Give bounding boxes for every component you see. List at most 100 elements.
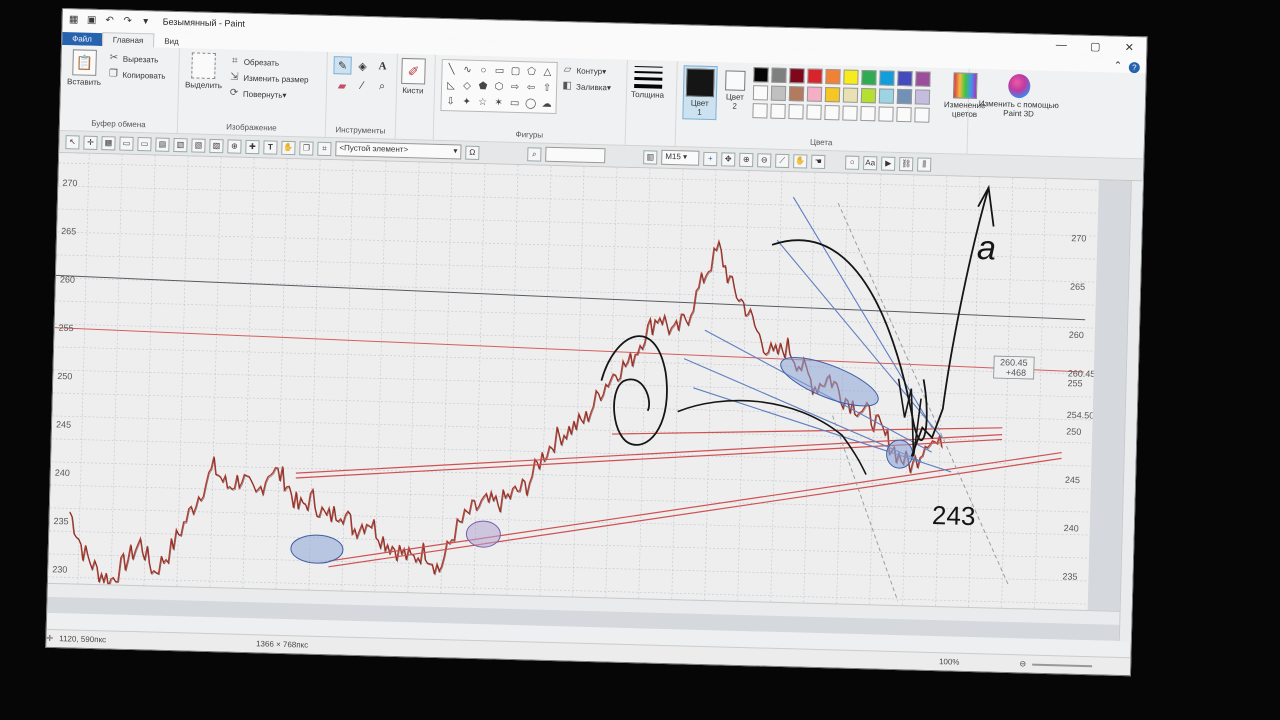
undo-icon[interactable]: ↶	[103, 13, 117, 27]
rounded-rect-shape-icon[interactable]: ▢	[507, 63, 523, 79]
color-swatch[interactable]	[806, 86, 823, 102]
star4-shape-icon[interactable]: ✦	[458, 93, 474, 109]
chart-icon[interactable]: ▥	[643, 149, 658, 165]
copy-button[interactable]: ❐ Копировать	[107, 66, 166, 84]
properties-icon[interactable]: Ω	[465, 145, 480, 160]
color-swatch[interactable]	[896, 106, 912, 123]
eraser-icon[interactable]: ▰	[333, 76, 351, 94]
layout4-icon[interactable]: ▨	[209, 138, 224, 153]
help-icon[interactable]: ?	[1128, 61, 1140, 74]
color-swatch[interactable]	[842, 87, 859, 103]
crosshair-icon[interactable]: ✛	[83, 135, 98, 150]
color-swatch[interactable]	[788, 86, 805, 102]
color-swatch[interactable]	[879, 70, 895, 86]
color-swatch[interactable]	[771, 67, 787, 83]
arrow-left-shape-icon[interactable]: ⇦	[523, 79, 539, 95]
window2-icon[interactable]: ▭	[137, 136, 152, 151]
color-swatch[interactable]	[752, 85, 769, 101]
pan-icon[interactable]: ☚	[811, 154, 826, 169]
color-swatch[interactable]	[806, 104, 822, 120]
diamond-shape-icon[interactable]: ◇	[459, 77, 475, 93]
zoom-slider[interactable]	[1032, 663, 1093, 667]
font-size-icon[interactable]: Aa	[863, 155, 878, 170]
fill-bucket-icon[interactable]: ◈	[353, 57, 371, 75]
crosshair-tool-icon[interactable]: +	[703, 151, 718, 166]
color-swatch[interactable]	[878, 106, 894, 122]
paste-button[interactable]: 📋 Вставить	[67, 49, 102, 87]
zoom-in-icon[interactable]: ⊕	[739, 152, 754, 167]
circle-tool-icon[interactable]: ○	[845, 155, 860, 170]
maximize-button[interactable]: ▢	[1078, 39, 1112, 53]
copy-tool-icon[interactable]: ❐	[299, 140, 314, 156]
save-icon[interactable]: ▣	[85, 13, 99, 27]
brushes-button[interactable]: ✐ Кисти	[401, 57, 426, 96]
arrow-right-shape-icon[interactable]: ⇨	[507, 79, 523, 95]
search-icon[interactable]: ⌕	[527, 146, 542, 162]
layout2-icon[interactable]: ▥	[173, 137, 188, 152]
size-button[interactable]: Толщина	[631, 64, 665, 100]
close-button[interactable]: ✕	[1112, 40, 1146, 54]
color-swatch[interactable]	[896, 88, 913, 105]
color-swatch[interactable]	[825, 69, 841, 85]
search-input[interactable]	[545, 146, 606, 164]
minimize-button[interactable]: —	[1044, 39, 1078, 52]
color-picker-icon[interactable]: ⁄	[353, 77, 371, 95]
line-shape-icon[interactable]: ╲	[443, 61, 459, 77]
color-swatch[interactable]	[843, 69, 859, 85]
color1-button[interactable]: Цвет 1	[682, 65, 718, 121]
color-swatch[interactable]	[770, 85, 787, 101]
color-swatch[interactable]	[824, 87, 841, 103]
cursor-icon[interactable]: ↖	[65, 134, 80, 150]
polygon-shape-icon[interactable]: ⬠	[523, 63, 539, 79]
rect-shape-icon[interactable]: ▭	[491, 62, 507, 78]
text-icon[interactable]: A	[373, 57, 391, 75]
cut-button[interactable]: ✂ Вырезать	[108, 50, 166, 68]
color-swatch[interactable]	[807, 68, 823, 84]
star6-shape-icon[interactable]: ✶	[490, 94, 506, 110]
curve-shape-icon[interactable]: ∿	[459, 61, 475, 77]
color-swatch[interactable]	[770, 103, 786, 119]
hexagon-shape-icon[interactable]: ⬡	[491, 78, 507, 94]
pin-icon[interactable]: ⊕	[227, 138, 242, 154]
color-swatch[interactable]	[752, 103, 768, 119]
color2-button[interactable]: Цвет 2	[722, 66, 747, 121]
tab-view[interactable]: Вид	[154, 34, 189, 48]
color-swatch[interactable]	[914, 89, 931, 105]
color-swatch[interactable]	[789, 68, 805, 84]
layout-icon[interactable]: ▤	[155, 136, 170, 152]
color-swatch[interactable]	[915, 71, 931, 87]
tab-home[interactable]: Главная	[101, 32, 155, 48]
zoom-out-icon[interactable]: ⊖	[757, 152, 772, 168]
grid-icon[interactable]: ▦	[101, 135, 116, 150]
triangle-shape-icon[interactable]: △	[539, 64, 555, 80]
right-triangle-shape-icon[interactable]: ◺	[443, 77, 459, 93]
ruler-icon[interactable]: ⟋	[775, 153, 790, 168]
callout-rect-shape-icon[interactable]: ▭	[506, 95, 522, 111]
fill-button[interactable]: ◧ Заливка ▾	[561, 78, 611, 95]
color-swatch[interactable]	[897, 70, 913, 87]
window-icon[interactable]: ▭	[119, 136, 134, 151]
hand-icon[interactable]: ✋	[281, 140, 296, 155]
color-swatch[interactable]	[861, 69, 877, 86]
tab-file[interactable]: Файл	[62, 32, 103, 47]
customize-icon[interactable]: ▾	[139, 14, 153, 28]
color-swatch[interactable]	[860, 87, 877, 104]
color-swatch[interactable]	[914, 107, 930, 123]
outline-button[interactable]: ▱ Контур ▾	[561, 62, 611, 79]
collapse-ribbon-icon[interactable]: ⌃	[1111, 58, 1125, 72]
timeframe-select[interactable]: M15 ▾	[661, 149, 700, 166]
magnifier-icon[interactable]: ⌕	[373, 77, 391, 95]
vertical-scrollbar[interactable]	[1118, 181, 1145, 642]
arrow-up-shape-icon[interactable]: ⇧	[539, 80, 555, 96]
pencil-icon[interactable]: ✎	[333, 56, 352, 75]
layout3-icon[interactable]: ▧	[191, 137, 206, 153]
object-icon[interactable]: ⌗	[317, 141, 332, 156]
zoom-out-button[interactable]: ⊖	[1019, 659, 1026, 668]
color-swatch[interactable]	[860, 105, 876, 122]
link-icon[interactable]: ⛓	[899, 156, 914, 171]
rotate-button[interactable]: ⟳ Повернуть ▾	[228, 85, 309, 103]
color-swatch[interactable]	[878, 88, 895, 104]
redo-icon[interactable]: ↷	[121, 14, 135, 28]
play-icon[interactable]: ▶	[881, 156, 896, 171]
shapes-gallery[interactable]: ╲ ∿ ○ ▭ ▢ ⬠ △ ◺ ◇ ⬟ ⬡ ⇨ ⇦ ⇧ ⇩ ✦ ☆ ✶ ▭ ◯ ☁	[440, 58, 558, 114]
